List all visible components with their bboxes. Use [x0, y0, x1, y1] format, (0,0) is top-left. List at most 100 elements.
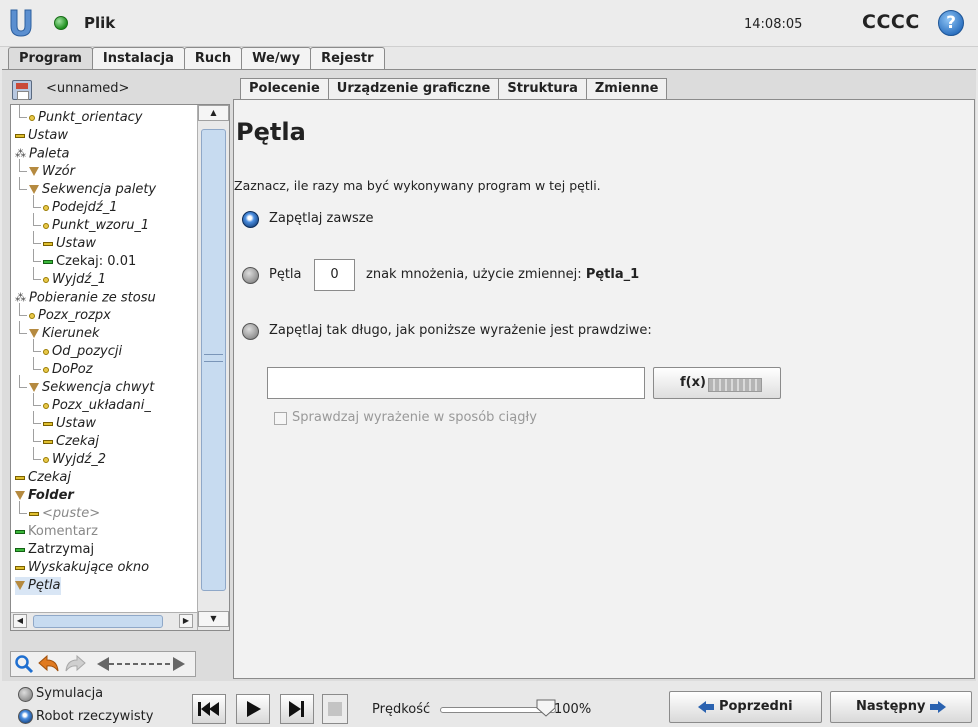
tree-branch-line: [33, 249, 41, 262]
tree-node[interactable]: <puste>: [29, 505, 100, 523]
loop-count-input[interactable]: 0: [314, 259, 355, 291]
tree-node[interactable]: Wyjdź_2: [43, 451, 106, 469]
tree-node[interactable]: Pętla: [15, 577, 61, 595]
tree-node-dot-icon: [43, 276, 49, 283]
tree-node-dot-icon: [29, 312, 35, 319]
tree-node-label: Czekaj: [56, 434, 100, 449]
loop-count-label[interactable]: Pętla: [269, 267, 302, 282]
tree-node-label: <puste>: [42, 506, 101, 521]
real-robot-radio[interactable]: [18, 709, 33, 724]
tree-node-dot-icon: [43, 204, 49, 211]
arrow-left-icon: [698, 700, 715, 713]
loop-always-radio[interactable]: [242, 211, 259, 228]
skip-back-icon: [198, 702, 219, 716]
step-forward-button[interactable]: [280, 694, 314, 724]
tree-node[interactable]: Ustaw: [15, 127, 68, 145]
tree-node-triangle-icon: [15, 581, 25, 590]
tree-node[interactable]: Sekwencja chwyt: [29, 379, 154, 397]
tree-node[interactable]: DoPoz: [43, 361, 93, 379]
tree-node[interactable]: Punkt_orientacy: [29, 109, 143, 127]
expression-input[interactable]: [267, 367, 645, 399]
tab-structure[interactable]: Struktura: [498, 78, 587, 100]
tab-variables[interactable]: Zmienne: [585, 78, 668, 100]
title-bar: Plik 14:08:05 CCCC ?: [0, 0, 978, 47]
tree-toolbar: [10, 651, 196, 677]
tree-node-triangle-icon: [29, 329, 39, 338]
tree-node[interactable]: Pozx_rozpx: [29, 307, 111, 325]
save-icon[interactable]: [12, 80, 32, 100]
speed-label: Prędkość: [372, 702, 431, 717]
tree-node[interactable]: Od_pozycji: [43, 343, 122, 361]
previous-button[interactable]: Poprzedni: [669, 691, 822, 723]
tree-node[interactable]: Pozx_układani_: [43, 397, 151, 415]
play-button[interactable]: [236, 694, 270, 724]
tab-program[interactable]: Program: [8, 47, 93, 70]
skip-back-button[interactable]: [192, 694, 226, 724]
loop-always-label[interactable]: Zapętlaj zawsze: [269, 211, 374, 226]
tree-node[interactable]: Wyskakujące okno: [15, 559, 149, 577]
tree-branch-line: [33, 447, 41, 460]
tree-branch-line: [19, 375, 27, 388]
tree-node-triangle-icon: [15, 491, 25, 500]
tree-node[interactable]: Podejdź_1: [43, 199, 118, 217]
tree-node-label: Pozx_układani_: [52, 398, 151, 413]
move-arrows-icon[interactable]: [91, 654, 191, 674]
tree-node-label: Folder: [28, 488, 74, 503]
tree-horizontal-scroll-thumb[interactable]: [33, 615, 163, 628]
tree-node[interactable]: Wyjdź_1: [43, 271, 106, 289]
loop-while-label[interactable]: Zapętlaj tak długo, jak poniższe wyrażen…: [269, 323, 652, 338]
tree-branch-line: [19, 159, 27, 172]
tab-log[interactable]: Rejestr: [310, 47, 385, 70]
tree-node[interactable]: Sekwencja palety: [29, 181, 156, 199]
continuous-check-label: Sprawdzaj wyrażenie w sposób ciągły: [292, 410, 537, 425]
tree-node[interactable]: Zatrzymaj: [15, 541, 94, 559]
app-title[interactable]: Plik: [84, 14, 115, 32]
tree-node[interactable]: Czekaj: 0.01: [43, 253, 136, 271]
speed-value: 100%: [554, 702, 592, 717]
tree-node-label: Kierunek: [42, 326, 100, 341]
undo-icon[interactable]: [37, 654, 61, 674]
tree-node[interactable]: Komentarz: [15, 523, 98, 541]
tree-horizontal-scrollbar[interactable]: ◀ ▶: [11, 612, 197, 630]
tab-command[interactable]: Polecenie: [240, 78, 329, 100]
tab-graphics[interactable]: Urządzenie graficzne: [327, 78, 500, 100]
tree-node[interactable]: ⁂ Pobieranie ze stosu: [15, 289, 156, 307]
tab-installation[interactable]: Instalacja: [91, 47, 185, 70]
loop-count-radio[interactable]: [242, 267, 259, 284]
previous-label: Poprzedni: [718, 699, 793, 714]
tree-node-label: Wyjdź_1: [52, 272, 107, 287]
tree-node-dot-icon: [43, 222, 49, 229]
loop-while-radio[interactable]: [242, 323, 259, 340]
expression-editor-button[interactable]: f(x): [653, 367, 781, 399]
tree-vertical-scrollbar[interactable]: ▲ ▼: [197, 105, 229, 630]
simulation-radio[interactable]: [18, 687, 33, 702]
continuous-check-checkbox[interactable]: [274, 412, 287, 425]
scroll-left-button[interactable]: ◀: [13, 614, 27, 628]
tree-node[interactable]: Ustaw: [43, 235, 96, 253]
tree-node[interactable]: Punkt_wzoru_1: [43, 217, 149, 235]
program-tree[interactable]: Punkt_orientacy Ustaw ⁂ Paleta Wzór Sekwencja…: [10, 104, 230, 631]
scroll-down-button[interactable]: ▼: [198, 611, 229, 627]
scroll-right-button[interactable]: ▶: [179, 614, 193, 628]
tree-node[interactable]: Czekaj: [43, 433, 99, 451]
tree-node-dot-icon: [43, 348, 49, 355]
tab-io[interactable]: We/wy: [241, 47, 312, 70]
tree-node-label: Wyjdź_2: [52, 452, 107, 467]
tree-node-dash-icon: [15, 565, 25, 570]
program-filename: <unnamed>: [46, 81, 130, 96]
search-icon[interactable]: [13, 654, 35, 674]
tree-vertical-scroll-thumb[interactable]: [201, 129, 226, 591]
speed-slider-thumb[interactable]: [536, 699, 556, 717]
tree-branch-line: [19, 303, 27, 316]
real-robot-label[interactable]: Robot rzeczywisty: [36, 709, 153, 724]
next-button[interactable]: Następny: [830, 691, 972, 723]
tab-move[interactable]: Ruch: [183, 47, 243, 70]
scroll-up-button[interactable]: ▲: [198, 105, 229, 121]
redo-icon[interactable]: [63, 654, 87, 674]
simulation-label[interactable]: Symulacja: [36, 686, 103, 701]
tree-node[interactable]: Ustaw: [43, 415, 96, 433]
tree-node[interactable]: Wzór: [29, 163, 75, 181]
tree-node[interactable]: Czekaj: [15, 469, 71, 487]
stop-button[interactable]: [322, 694, 348, 724]
help-icon[interactable]: ?: [938, 10, 964, 36]
